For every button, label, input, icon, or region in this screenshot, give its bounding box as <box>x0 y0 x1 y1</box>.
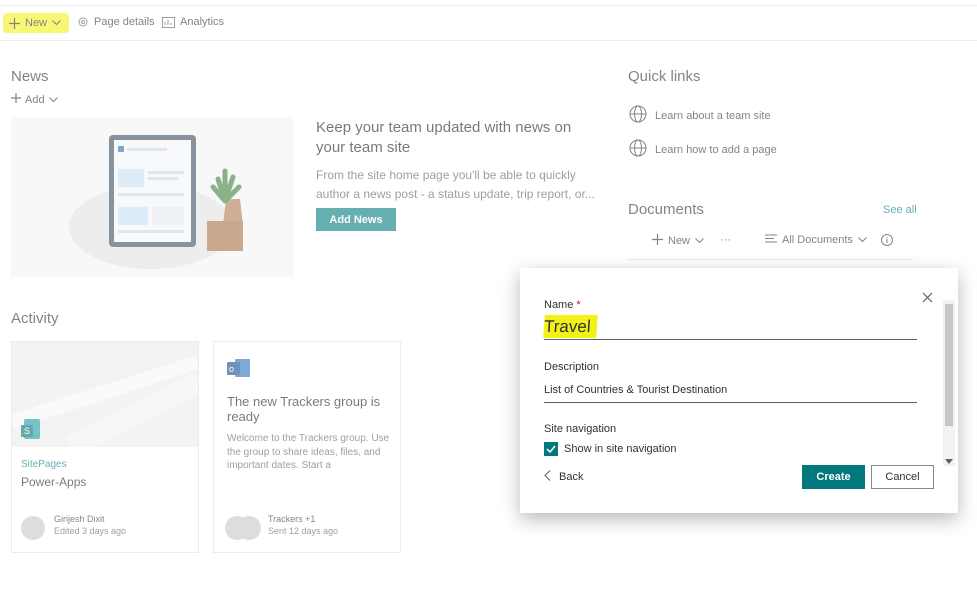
name-label-text: Name <box>544 299 574 311</box>
create-button[interactable]: Create <box>802 465 865 489</box>
chevron-down-icon[interactable] <box>945 453 953 467</box>
chevron-left-icon <box>544 470 551 484</box>
back-label: Back <box>559 471 584 483</box>
back-button[interactable]: Back <box>544 470 583 484</box>
description-field[interactable]: List of Countries & Tourist Destination <box>544 378 917 403</box>
show-in-nav-checkbox[interactable]: Show in site navigation <box>544 442 677 456</box>
scrollbar-thumb[interactable] <box>945 304 953 426</box>
site-navigation-label: Site navigation <box>544 423 617 435</box>
show-in-nav-label: Show in site navigation <box>564 443 677 455</box>
create-list-dialog: Name * Travel Description List of Countr… <box>520 268 958 513</box>
description-label: Description <box>544 361 600 373</box>
name-field[interactable]: Travel <box>543 315 917 340</box>
name-label: Name * <box>544 299 581 311</box>
checkmark-icon <box>544 442 558 456</box>
close-icon[interactable] <box>922 292 933 306</box>
cancel-button[interactable]: Cancel <box>871 465 934 489</box>
required-mark: * <box>576 299 581 311</box>
dialog-scrollbar[interactable] <box>943 300 955 466</box>
name-field-value: Travel <box>543 315 598 338</box>
